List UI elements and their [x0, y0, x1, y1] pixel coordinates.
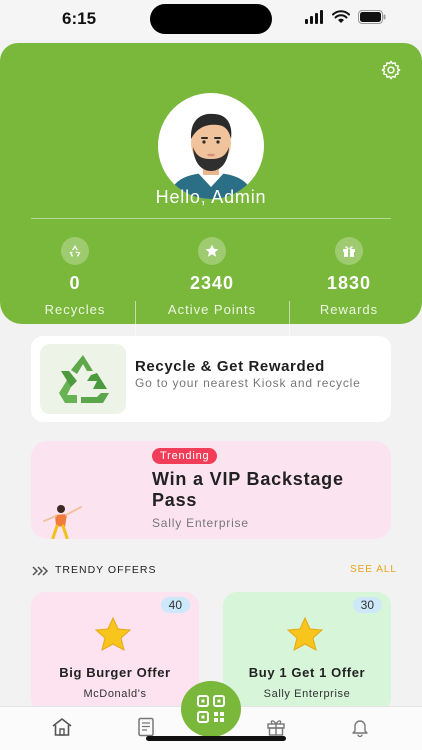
stat-label: Rewards: [319, 302, 379, 317]
home-icon[interactable]: [50, 715, 74, 739]
avatar[interactable]: [158, 93, 264, 199]
status-icons: [304, 10, 386, 24]
qr-code-icon: [197, 695, 225, 723]
offer-points-badge: 30: [352, 597, 382, 613]
recycle-icon: [61, 237, 89, 265]
star-icon: [198, 237, 226, 265]
stat-recycles[interactable]: 0 Recycles: [5, 237, 145, 317]
status-bar: 6:15: [0, 0, 422, 40]
trending-badge: Trending: [152, 448, 218, 464]
section-title: TRENDY OFFERS: [55, 564, 157, 576]
stat-value: 2340: [189, 273, 235, 293]
offer-merchant: Sally Enterprise: [263, 688, 351, 700]
recycle-card-subtitle: Go to your nearest Kiosk and recycle: [135, 376, 361, 390]
wifi-icon: [332, 10, 350, 23]
promo-sponsor: Sally Enterprise: [152, 516, 249, 530]
recycle-card-title: Recycle & Get Rewarded: [135, 358, 325, 375]
profile-header: Hello, Admin 0 Recycles 2340 Active Poin…: [0, 43, 422, 335]
stat-active-points[interactable]: 2340 Active Points: [142, 237, 282, 317]
stat-rewards[interactable]: 1830 Rewards: [279, 237, 419, 317]
stat-separator: [135, 301, 136, 335]
gift-icon: [335, 237, 363, 265]
signal-icon: [305, 10, 323, 24]
status-time: 6:15: [62, 9, 97, 28]
offer-title: Buy 1 Get 1 Offer: [248, 665, 366, 680]
stat-label: Active Points: [167, 302, 257, 317]
dynamic-island: [150, 4, 272, 34]
offer-merchant: McDonald's: [83, 688, 147, 700]
qr-scan-button[interactable]: [181, 681, 241, 737]
battery-icon: [358, 10, 386, 24]
dancer-illustration: [43, 505, 82, 539]
stat-value: 1830: [326, 273, 372, 293]
star-icon: [94, 616, 132, 651]
offer-title: Big Burger Offer: [59, 665, 171, 680]
stat-value: 0: [69, 273, 81, 293]
promo-card[interactable]: Trending Win a VIP Backstage Pass Sally …: [31, 441, 391, 539]
greeting: Hello, Admin: [155, 187, 267, 207]
stats-row: 0 Recycles 2340 Active Points 1830 Rewar…: [0, 237, 422, 335]
stat-label: Recycles: [44, 302, 106, 317]
home-indicator: [146, 736, 286, 741]
offer-card[interactable]: 40 Big Burger Offer McDonald's: [31, 592, 199, 712]
offer-points-badge: 40: [160, 597, 190, 613]
avatar-portrait: [168, 113, 254, 199]
star-icon: [286, 616, 324, 651]
recycle-logo-icon: [40, 344, 126, 414]
trendy-offers-header: TRENDY OFFERS SEE ALL: [31, 563, 397, 579]
chevrons-right-icon: [32, 566, 49, 576]
see-all-link[interactable]: SEE ALL: [350, 564, 397, 575]
gear-icon[interactable]: [380, 59, 402, 81]
bell-icon[interactable]: [348, 715, 372, 739]
header-divider: [31, 218, 391, 219]
promo-title: Win a VIP Backstage Pass: [152, 469, 344, 510]
offer-card[interactable]: 30 Buy 1 Get 1 Offer Sally Enterprise: [223, 592, 391, 712]
recycle-card[interactable]: Recycle & Get Rewarded Go to your neares…: [31, 336, 391, 422]
